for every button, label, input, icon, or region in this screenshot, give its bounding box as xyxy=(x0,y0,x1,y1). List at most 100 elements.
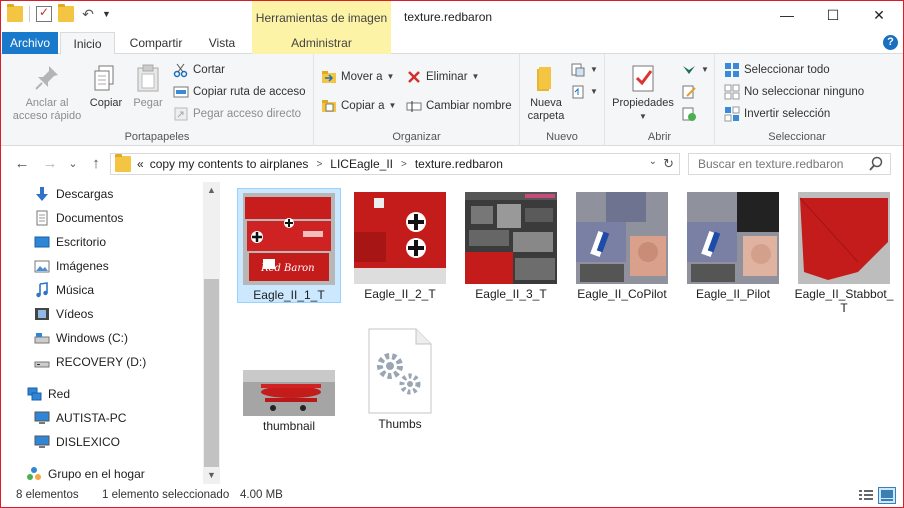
computer-icon xyxy=(34,410,50,426)
properties-icon[interactable] xyxy=(36,5,52,22)
sidebar-item-label: Imágenes xyxy=(56,259,109,273)
delete-button[interactable]: Eliminar ▼ xyxy=(406,67,479,87)
file-item[interactable]: Eagle_II_3_T xyxy=(459,188,563,303)
refresh-icon[interactable]: ↻ xyxy=(663,156,674,172)
file-item[interactable]: thumbnail xyxy=(237,324,341,439)
history-button[interactable] xyxy=(681,104,697,124)
breadcrumb-overflow[interactable]: « xyxy=(137,157,144,171)
select-all-button[interactable]: Seleccionar todo xyxy=(724,60,830,80)
folder-icon xyxy=(7,4,23,22)
cut-button[interactable]: Cortar xyxy=(173,60,225,80)
ribbon: Anclar al acceso rápido Copiar Pegar Cor… xyxy=(1,54,903,146)
search-icon[interactable] xyxy=(868,156,884,172)
sidebar-item-label: Windows (C:) xyxy=(56,331,129,345)
file-name: Eagle_II_CoPilot xyxy=(577,287,667,301)
copy-path-button[interactable]: Copiar ruta de acceso xyxy=(173,82,306,102)
qat-customize-icon[interactable]: ▼ xyxy=(102,9,111,19)
file-name: Eagle_II_1_T xyxy=(253,288,325,302)
sidebar-item-videos[interactable]: Vídeos xyxy=(34,303,93,325)
copy-to-button[interactable]: Copiar a ▼ xyxy=(321,96,396,116)
help-icon[interactable]: ? xyxy=(883,35,898,50)
organize-group-label: Organizar xyxy=(392,131,441,143)
large-icons-view-icon[interactable] xyxy=(878,487,896,504)
pin-quick-access-button[interactable]: Anclar al acceso rápido xyxy=(7,62,87,123)
new-folder-icon[interactable] xyxy=(58,4,74,22)
undo-icon[interactable]: ↶ xyxy=(80,6,96,22)
back-button[interactable]: ← xyxy=(12,154,32,174)
properties-button[interactable]: Propiedades ▼ xyxy=(608,62,678,123)
move-to-button[interactable]: Mover a ▼ xyxy=(321,67,394,87)
sidebar-item-desktop[interactable]: Escritorio xyxy=(34,231,106,253)
file-list: Red Baron Eagle_II_1_T Eagle_II_2_T Eagl… xyxy=(220,182,903,484)
pin-icon xyxy=(31,62,63,94)
address-bar[interactable]: « copy my contents to airplanes > LICEag… xyxy=(110,153,680,175)
rename-button[interactable]: Cambiar nombre xyxy=(406,96,512,116)
recent-locations-button[interactable]: ⌄ xyxy=(63,154,83,174)
sidebar-item-dislexico[interactable]: DISLEXICO xyxy=(34,431,120,453)
new-folder-button[interactable]: Nueva carpeta xyxy=(525,62,567,123)
window-title: texture.redbaron xyxy=(404,10,493,24)
download-icon xyxy=(34,186,50,202)
scroll-up-icon[interactable]: ▲ xyxy=(203,182,220,199)
sidebar-item-downloads[interactable]: Descargas xyxy=(34,183,113,205)
computer-icon xyxy=(34,434,50,450)
file-item[interactable]: Thumbs xyxy=(348,324,452,439)
sidebar-item-label: Grupo en el hogar xyxy=(48,467,145,481)
sidebar-item-drive-d[interactable]: RECOVERY (D:) xyxy=(34,351,146,373)
sidebar-item-label: Red xyxy=(48,387,71,401)
file-item[interactable]: Eagle_II_CoPilot xyxy=(570,188,674,303)
forward-button[interactable]: → xyxy=(40,154,60,174)
new-item-button[interactable]: ▼ xyxy=(570,60,598,80)
invert-selection-button[interactable]: Invertir selección xyxy=(724,104,830,124)
file-item[interactable]: Eagle_II_Pilot xyxy=(681,188,785,303)
file-item[interactable]: Eagle_II_Stabbot_T xyxy=(792,188,896,316)
search-input[interactable]: Buscar en texture.redbaron xyxy=(688,153,891,175)
edit-button[interactable] xyxy=(681,82,697,102)
address-dropdown-icon[interactable]: ⌄ xyxy=(649,156,657,167)
file-item[interactable]: Red Baron Eagle_II_1_T xyxy=(237,188,341,303)
sidebar-item-pictures[interactable]: Imágenes xyxy=(34,255,109,277)
select-none-button[interactable]: No seleccionar ninguno xyxy=(724,82,864,102)
tab-manage[interactable]: Administrar xyxy=(252,32,391,54)
easy-access-button[interactable]: ▼ xyxy=(570,82,598,102)
clipboard-group: Anclar al acceso rápido Copiar Pegar Cor… xyxy=(1,54,314,146)
copy-label: Copiar xyxy=(89,97,123,109)
sidebar-scrollbar[interactable]: ▲ ▼ xyxy=(203,182,220,484)
sidebar-item-homegroup[interactable]: Grupo en el hogar xyxy=(26,463,145,485)
minimize-button[interactable]: — xyxy=(764,1,810,31)
tab-home[interactable]: Inicio xyxy=(60,32,115,55)
breadcrumb-item[interactable]: LICEagle_II xyxy=(330,157,393,171)
tab-view[interactable]: Vista xyxy=(196,32,248,54)
tab-share[interactable]: Compartir xyxy=(120,32,192,54)
breadcrumb-item[interactable]: texture.redbaron xyxy=(415,157,503,171)
scroll-down-icon[interactable]: ▼ xyxy=(203,467,220,484)
paste-button[interactable]: Pegar xyxy=(129,62,167,110)
sidebar-item-music[interactable]: Música xyxy=(34,279,94,301)
title-bar: ↶ ▼ Herramientas de imagen texture.redba… xyxy=(1,1,903,32)
sidebar-item-network[interactable]: Red xyxy=(26,383,70,405)
breadcrumb-item[interactable]: copy my contents to airplanes xyxy=(150,157,309,171)
organize-group: Mover a ▼ Copiar a ▼ Eliminar ▼ Cambiar … xyxy=(314,54,520,146)
open-button[interactable]: ▼ xyxy=(681,60,709,80)
invert-selection-label: Invertir selección xyxy=(744,108,831,120)
easy-access-dropdown-icon: ▼ xyxy=(590,87,598,96)
close-button[interactable]: ✕ xyxy=(856,1,902,31)
details-view-icon[interactable] xyxy=(857,487,875,504)
sidebar-item-autista-pc[interactable]: AUTISTA-PC xyxy=(34,407,126,429)
copy-to-label: Copiar a xyxy=(341,100,385,112)
breadcrumb-separator-icon[interactable]: > xyxy=(316,159,322,170)
select-all-label: Seleccionar todo xyxy=(744,64,830,76)
file-item[interactable]: Eagle_II_2_T xyxy=(348,188,452,303)
sidebar-item-label: Vídeos xyxy=(56,307,94,321)
selection-size: 4.00 MB xyxy=(240,489,283,501)
maximize-button[interactable]: ☐ xyxy=(810,1,856,31)
breadcrumb-separator-icon[interactable]: > xyxy=(401,159,407,170)
tab-file[interactable]: Archivo xyxy=(2,32,58,54)
sidebar-item-drive-c[interactable]: Windows (C:) xyxy=(34,327,128,349)
sidebar-item-documents[interactable]: Documentos xyxy=(34,207,123,229)
paste-shortcut-button[interactable]: Pegar acceso directo xyxy=(173,104,301,124)
scroll-thumb[interactable] xyxy=(204,279,219,467)
selection-count: 1 elemento seleccionado xyxy=(102,489,230,501)
up-button[interactable]: ↑ xyxy=(86,154,106,174)
copy-button[interactable]: Copiar xyxy=(87,62,125,110)
